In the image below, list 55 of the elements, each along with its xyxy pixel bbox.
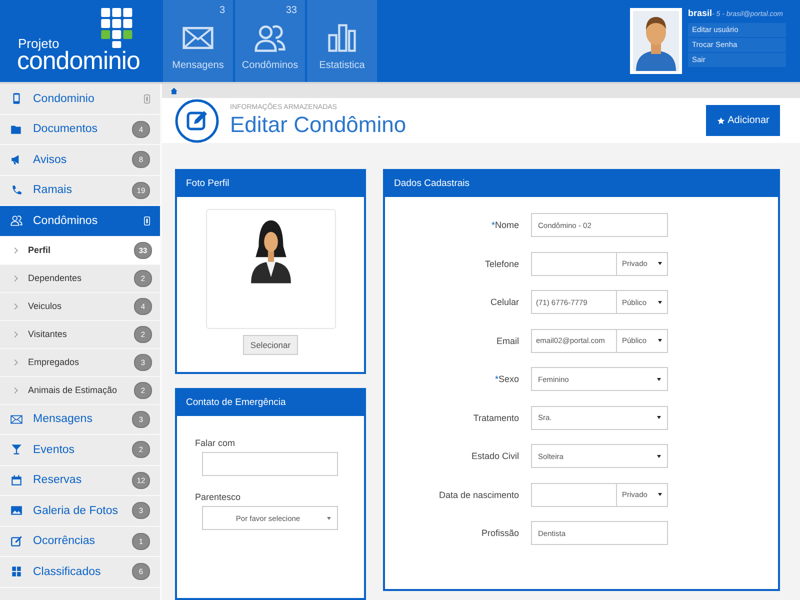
field-label: Falar com [195, 438, 236, 448]
user-name: brasil [688, 8, 712, 18]
chevron-right-icon [14, 330, 18, 338]
add-button[interactable]: Adicionar [706, 105, 780, 136]
caret-icon [658, 262, 662, 266]
envelope-icon [10, 412, 23, 426]
panel-title: Dados Cadastrais [394, 178, 470, 188]
field-label: Estado Civil [470, 451, 519, 462]
people-icon [10, 214, 23, 228]
caret-icon [658, 300, 662, 304]
chevron-right-icon [14, 386, 18, 394]
chevron-right-icon [14, 274, 18, 282]
caret-icon [657, 454, 661, 458]
nav-tab[interactable]: 33 Condôminos [235, 0, 305, 82]
sidebar-item[interactable]: Condôminos [0, 206, 160, 236]
home-icon[interactable] [170, 87, 178, 96]
field-label: Email [495, 336, 519, 346]
field-label: Celular [489, 297, 519, 308]
panel-title: Foto Perfil [186, 178, 230, 188]
panel-title: Contato de Emergência [186, 396, 286, 408]
field-label: Telefone [484, 258, 519, 269]
phone-icon [10, 184, 23, 197]
input-field[interactable] [202, 452, 338, 476]
nav-tab[interactable]: Estatistica [307, 0, 377, 82]
image-icon [10, 504, 23, 518]
field-label: Tratamento [472, 412, 519, 423]
chevron-right-icon [14, 358, 18, 366]
logo-grid-icon [101, 8, 133, 48]
caret-icon [658, 493, 662, 496]
select-button[interactable]: Selecionar [243, 335, 298, 355]
glass-icon [10, 443, 23, 456]
field-label: *Sexo [494, 374, 519, 384]
caret-icon [658, 339, 662, 342]
field-label: Data de nascimento [438, 490, 519, 500]
grid-icon [10, 565, 23, 578]
input-field[interactable] [531, 252, 617, 276]
edit-icon [10, 534, 23, 548]
calendar-icon [10, 474, 23, 487]
edit-icon [175, 98, 219, 143]
chevron-right-icon [14, 302, 18, 310]
field-label: Parentesco [195, 492, 242, 502]
star-icon [716, 116, 725, 125]
caret-icon [327, 516, 331, 520]
chevron-right-icon [14, 246, 18, 254]
bar-chart-icon [325, 21, 359, 55]
caret-icon [657, 378, 661, 381]
input-field[interactable] [531, 482, 617, 507]
page-title: Editar Condômino [230, 112, 408, 138]
caret-icon [657, 416, 661, 420]
field-label: *Nome [490, 220, 519, 230]
folder-icon [10, 122, 23, 136]
collapse-icon [144, 94, 150, 104]
field-label: Profissão [480, 528, 519, 538]
collapse-icon [144, 216, 150, 226]
nav-tab[interactable]: 3 Mensagens [163, 0, 233, 82]
